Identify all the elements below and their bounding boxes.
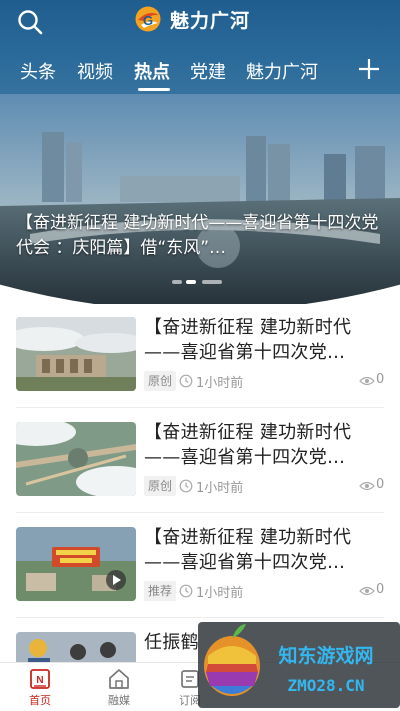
carousel-dot[interactable]	[202, 280, 222, 284]
news-time: 1小时前	[196, 586, 244, 601]
news-item[interactable]: 【奋进新征程 建功新时代——喜迎省第十四次党… 原创 1小时前 0	[16, 422, 384, 512]
news-item[interactable]: 【奋进新征程 建功新时代——喜迎省第十四次党… 推荐 1小时前 0	[16, 527, 384, 617]
news-time: 1小时前	[196, 376, 244, 391]
nav-media[interactable]: 融媒	[89, 667, 149, 711]
nav-media-label: 融媒	[108, 694, 130, 707]
nav-home[interactable]: N 首页	[10, 667, 70, 711]
watermark-logo: 知东游戏网 ZMO28.CN	[198, 622, 400, 708]
news-thumbnail	[16, 632, 136, 662]
clock-icon	[179, 584, 193, 598]
svg-text:G: G	[143, 13, 153, 28]
news-title: 【奋进新征程 建功新时代——喜迎省第十四次党…	[144, 317, 352, 363]
banner-photo	[0, 94, 400, 304]
news-thumbnail	[16, 317, 136, 391]
active-tab-indicator	[138, 88, 170, 91]
news-tag: 推荐	[144, 581, 177, 601]
tab-video[interactable]: 视频	[77, 58, 113, 84]
home-news-icon: N	[30, 669, 50, 689]
nav-home-label: 首页	[29, 694, 51, 707]
news-views: 0	[376, 372, 385, 387]
tab-headline[interactable]: 头条	[20, 58, 56, 84]
news-item[interactable]: 【奋进新征程 建功新时代——喜迎省第十四次党… 原创 1小时前 0	[16, 317, 384, 407]
clock-icon	[179, 374, 193, 388]
add-channel-icon[interactable]	[356, 56, 382, 82]
news-title: 【奋进新征程 建功新时代——喜迎省第十四次党…	[144, 527, 352, 573]
divider	[16, 512, 384, 513]
news-tag: 原创	[144, 371, 177, 391]
tab-party[interactable]: 党建	[190, 58, 226, 84]
tab-hot[interactable]: 热点	[134, 58, 170, 84]
news-views: 0	[376, 582, 385, 597]
hero-banner[interactable]: 【奋进新征程 建功新时代——喜迎省第十四次党代会 ：庆阳篇】借“东风”…	[0, 94, 400, 304]
news-time: 1小时前	[196, 481, 244, 496]
svg-text:N: N	[36, 675, 43, 686]
eye-icon	[359, 376, 375, 386]
tab-charm-guanghe[interactable]: 魅力广河	[246, 58, 318, 84]
play-icon[interactable]	[106, 570, 126, 590]
clock-icon	[179, 479, 193, 493]
app-screen: G 魅力广河 头条 视频 热点 党建 魅力广河 【奋进新征程 建功新时代——喜迎…	[0, 0, 400, 711]
house-icon	[109, 669, 129, 689]
news-thumbnail	[16, 422, 136, 496]
banner-caption: 【奋进新征程 建功新时代——喜迎省第十四次党代会 ：庆阳篇】借“东风”…	[16, 213, 379, 258]
carousel-dots	[172, 280, 232, 286]
app-title: 魅力广河	[170, 9, 251, 32]
watermark-text-1: 知东游戏网	[278, 644, 373, 667]
news-tag: 原创	[144, 476, 177, 496]
logo-mark-icon: G	[135, 6, 161, 32]
app-logo: G 魅力广河	[132, 4, 250, 34]
app-header: G 魅力广河 头条 视频 热点 党建 魅力广河	[0, 0, 400, 94]
news-title: 【奋进新征程 建功新时代——喜迎省第十四次党…	[144, 422, 352, 468]
eye-icon	[359, 481, 375, 491]
divider	[16, 407, 384, 408]
channel-tabs: 头条 视频 热点 党建 魅力广河	[0, 52, 400, 92]
watermark-text-2: ZMO28.CN	[287, 676, 364, 695]
eye-icon	[359, 586, 375, 596]
search-icon[interactable]	[15, 7, 45, 37]
carousel-dot[interactable]	[172, 280, 182, 284]
carousel-dot-active[interactable]	[186, 280, 196, 284]
news-views: 0	[376, 477, 385, 492]
